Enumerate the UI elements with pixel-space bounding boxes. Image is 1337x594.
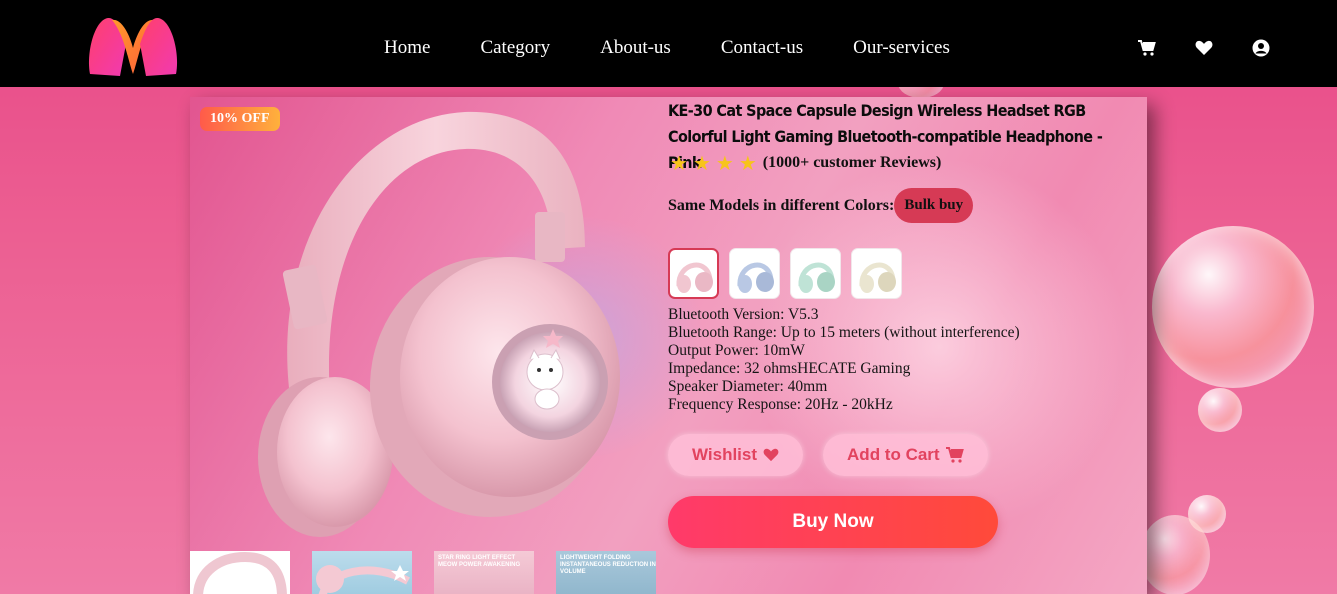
swatch-mint[interactable] — [790, 248, 841, 299]
buy-now-button[interactable]: Buy Now — [668, 496, 998, 548]
site-header: Home Category About-us Contact-us Our-se… — [0, 0, 1337, 87]
spec-item: Frequency Response: 20Hz - 20kHz — [668, 396, 893, 413]
product-card: 10% OFF STAR RING LIGHT EFFECT MEOW POWE… — [190, 97, 1147, 594]
wishlist-button[interactable]: Wishlist — [668, 434, 804, 476]
thumbnail[interactable] — [190, 551, 290, 594]
header-icons — [1137, 38, 1308, 58]
spec-item: Bluetooth Range: Up to 15 meters (withou… — [668, 324, 1020, 341]
thumbnail[interactable]: LIGHTWEIGHT FOLDING INSTANTANEOUS REDUCT… — [556, 551, 656, 594]
thumbnail[interactable] — [312, 551, 412, 594]
nav-category[interactable]: Category — [480, 37, 550, 59]
swatch-blue[interactable] — [729, 248, 780, 299]
star-icon: ★ — [670, 151, 688, 175]
thumbnail-strip: STAR RING LIGHT EFFECT MEOW POWER AWAKEN… — [190, 551, 678, 594]
swatch-cream[interactable] — [851, 248, 902, 299]
add-to-cart-button[interactable]: Add to Cart — [823, 434, 988, 476]
star-icon: ★ — [715, 151, 734, 175]
action-row: Wishlist Add to Cart — [668, 434, 1008, 476]
color-swatches — [668, 248, 912, 299]
spec-item: Output Power: 10mW — [668, 342, 805, 359]
thumbnail-caption: LIGHTWEIGHT FOLDING INSTANTANEOUS REDUCT… — [560, 555, 656, 575]
star-icon: ★ — [692, 151, 711, 175]
nav-our-services[interactable]: Our-services — [853, 37, 950, 59]
nav-about-us[interactable]: About-us — [600, 37, 671, 59]
cart-icon — [945, 447, 964, 463]
main-nav: Home Category About-us Contact-us Our-se… — [384, 37, 1000, 59]
heart-icon — [763, 448, 779, 462]
swatch-pink[interactable] — [668, 248, 719, 299]
discount-badge: 10% OFF — [200, 107, 280, 131]
spec-item: Speaker Diameter: 40mm — [668, 378, 828, 395]
brand-logo[interactable] — [86, 14, 180, 78]
add-to-cart-label: Add to Cart — [847, 445, 940, 464]
heart-icon[interactable] — [1194, 38, 1214, 58]
bulk-buy-button[interactable]: Bulk buy — [894, 188, 974, 223]
nav-home[interactable]: Home — [384, 37, 430, 59]
colors-row: Same Models in different Colors: Bulk bu… — [668, 188, 974, 223]
review-count: (1000+ customer Reviews) — [762, 154, 942, 171]
thumbnail[interactable]: STAR RING LIGHT EFFECT MEOW POWER AWAKEN… — [434, 551, 534, 594]
background-bubble — [1140, 515, 1210, 594]
rating: ★ ★ ★ ★ (1000+ customer Reviews) — [670, 151, 941, 175]
wishlist-label: Wishlist — [692, 445, 758, 464]
thumbnail-caption: STAR RING LIGHT EFFECT MEOW POWER AWAKEN… — [438, 555, 521, 568]
colors-label: Same Models in different Colors: — [668, 196, 895, 214]
star-icon: ★ — [738, 151, 757, 175]
cart-icon[interactable] — [1137, 38, 1157, 58]
product-main-image[interactable] — [190, 97, 660, 537]
user-icon[interactable] — [1251, 38, 1271, 58]
background-bubble — [1152, 226, 1314, 388]
spec-item: Impedance: 32 ohmsHECATE Gaming — [668, 360, 911, 377]
spec-list: Bluetooth Version: V5.3 Bluetooth Range:… — [668, 306, 1020, 414]
spec-item: Bluetooth Version: V5.3 — [668, 306, 819, 323]
nav-contact-us[interactable]: Contact-us — [721, 37, 803, 59]
background-bubble — [1198, 388, 1242, 432]
